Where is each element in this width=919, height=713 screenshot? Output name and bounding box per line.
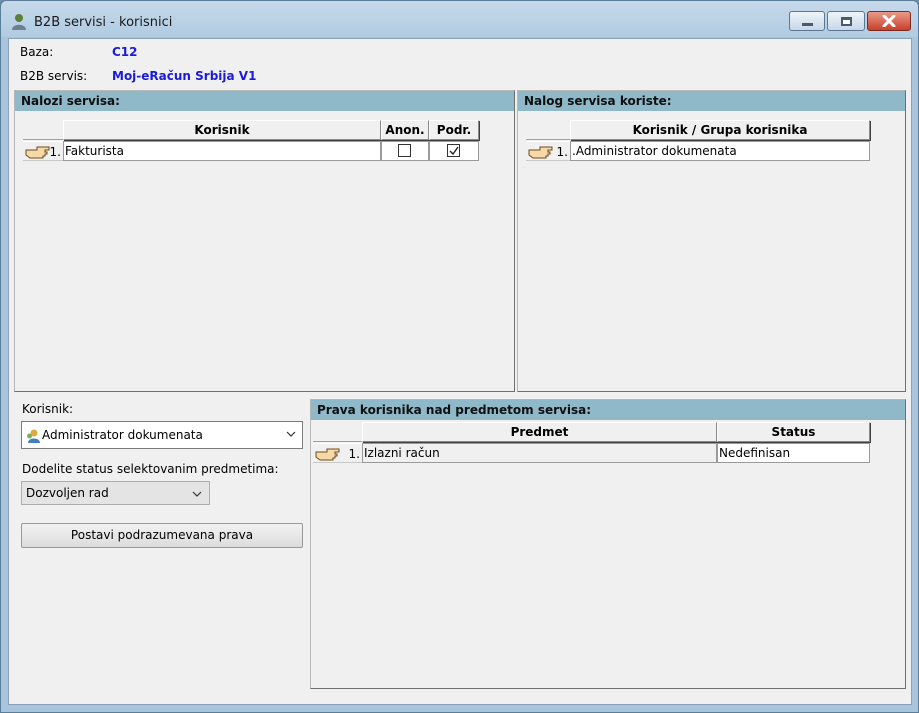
status-label: Dodelite status selektovanim predmetima: [22, 462, 279, 476]
minimize-icon [801, 23, 813, 26]
col-header-korisnik-grupa[interactable]: Korisnik / Grupa korisnika [570, 120, 870, 140]
row-number: 1. [49, 145, 61, 159]
postavi-prava-button[interactable]: Postavi podrazumevana prava [21, 523, 303, 548]
korisnik-label: Korisnik: [22, 402, 74, 416]
cell-status[interactable]: Nedefinisan [717, 443, 870, 463]
close-button[interactable] [867, 11, 911, 31]
pointing-hand-icon [25, 146, 50, 159]
col-header-predmet[interactable]: Predmet [362, 422, 717, 442]
minimize-button[interactable] [789, 11, 825, 31]
chevron-down-icon [286, 431, 296, 437]
row-number: 1. [348, 447, 360, 461]
servis-label: B2B servis: [20, 69, 88, 83]
cell-korisnik-grupa[interactable]: .Administrator dokumenata [570, 141, 870, 161]
nalog-koriste-panel-title: Nalog servisa koriste: [518, 91, 905, 111]
cell-podr[interactable] [429, 141, 479, 161]
row-header[interactable]: 1. [313, 443, 362, 463]
window-title: B2B servisi - korisnici [34, 15, 173, 30]
users-icon [12, 14, 26, 30]
chevron-down-icon [192, 491, 202, 497]
col-header-anon[interactable]: Anon. [381, 120, 429, 140]
nalozi-panel: Nalozi servisa: Korisnik Anon. Podr. 1. … [14, 90, 515, 392]
window: B2B servisi - korisnici Baza: C12 B2B se… [0, 0, 919, 713]
cell-predmet[interactable]: Izlazni račun [362, 443, 717, 463]
status-dropdown-value: Dozvoljen rad [26, 486, 109, 500]
grid-corner [313, 422, 362, 442]
korisnik-combobox-value: Administrator dokumenata [42, 428, 203, 442]
pointing-hand-icon [315, 448, 340, 461]
anon-checkbox[interactable] [398, 144, 411, 157]
grid-corner [23, 120, 63, 140]
maximize-button[interactable] [827, 11, 865, 31]
user-icon [27, 429, 40, 443]
nalozi-panel-title: Nalozi servisa: [15, 91, 514, 111]
prava-panel-title: Prava korisnika nad predmetom servisa: [311, 400, 905, 420]
servis-value: Moj-eRačun Srbija V1 [112, 69, 257, 83]
row-header[interactable]: 1. [526, 141, 570, 161]
title-bar[interactable]: B2B servisi - korisnici [1, 1, 918, 37]
baza-label: Baza: [20, 45, 54, 59]
check-icon [449, 146, 459, 156]
cell-korisnik[interactable]: Fakturista [63, 141, 381, 161]
pointing-hand-icon [528, 146, 553, 159]
grid-corner [526, 120, 570, 140]
maximize-icon [840, 16, 852, 26]
status-dropdown[interactable]: Dozvoljen rad [21, 481, 210, 505]
podr-checkbox[interactable] [447, 144, 460, 157]
client-area: Baza: C12 B2B servis: Moj-eRačun Srbija … [8, 38, 912, 705]
cell-anon[interactable] [381, 141, 429, 161]
row-number: 1. [556, 145, 568, 159]
baza-value: C12 [112, 45, 138, 59]
close-icon [882, 15, 896, 27]
row-header[interactable]: 1. [23, 141, 63, 161]
col-header-korisnik[interactable]: Korisnik [63, 120, 381, 140]
prava-panel: Prava korisnika nad predmetom servisa: P… [310, 399, 906, 689]
korisnik-combobox[interactable]: Administrator dokumenata [21, 421, 303, 449]
col-header-status[interactable]: Status [717, 422, 870, 442]
col-header-podr[interactable]: Podr. [429, 120, 479, 140]
nalog-koriste-panel: Nalog servisa koriste: Korisnik / Grupa … [517, 90, 906, 392]
